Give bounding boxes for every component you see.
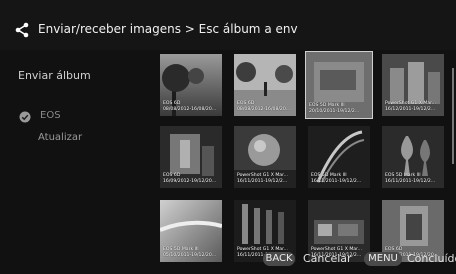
footer-bar: BACK Cancelar MENU Concluído <box>0 250 456 274</box>
thumbnail-caption-date: 16/12/2011-19/12/2... <box>385 107 436 112</box>
share-icon <box>15 22 29 38</box>
menu-key-badge[interactable]: MENU <box>364 252 402 266</box>
cancel-label: Cancelar <box>303 252 352 265</box>
album-thumbnail[interactable]: PowerShot G1 X Mar... 16/12/2011-19/12/2… <box>382 54 444 116</box>
thumbnail-caption-camera: PowerShot G1 X Mar... <box>385 101 436 106</box>
sidebar-title: Enviar álbum <box>18 69 91 82</box>
thumbnail-caption-camera: EOS 6D <box>163 101 181 106</box>
sidebar-item-update[interactable]: Atualizar <box>38 132 82 143</box>
album-thumbnail[interactable]: EOS 5D Mark III 16/11/2011-19/12/2... <box>382 126 444 188</box>
thumbnail-caption-camera: EOS 6D <box>163 173 181 178</box>
header-bar: Enviar/receber imagens > Esc álbum a env <box>0 0 456 50</box>
scrollbar[interactable] <box>452 68 454 164</box>
thumbnail-caption-camera: EOS 5D Mark III <box>309 103 345 108</box>
album-grid: EOS 6D 08/08/2012-16/08/20... EOS 6D 08/… <box>158 51 456 262</box>
album-thumbnail[interactable]: EOS 6D 08/08/2012-16/08/20... <box>160 54 222 116</box>
sidebar-item-eos[interactable]: EOS <box>40 110 61 121</box>
thumbnail-caption-date: 20/10/2011-19/12/2... <box>309 109 360 114</box>
thumbnail-caption-date: 16/09/2012-19/12/20... <box>163 179 217 184</box>
thumbnail-caption-date: 08/08/2012-16/08/20... <box>163 107 217 112</box>
thumbnail-caption-camera: EOS 5D Mark III <box>385 173 421 178</box>
thumbnail-caption-date: 16/11/2011-19/12/2... <box>385 179 436 184</box>
thumbnail-caption-date: 16/11/2011-19/12/2... <box>311 179 362 184</box>
album-thumbnail[interactable]: PowerShot G1 X Mar... 16/11/2011-19/12/2… <box>234 126 296 188</box>
back-key-badge[interactable]: BACK <box>263 252 295 266</box>
album-thumbnail[interactable]: EOS 5D Mark III 20/10/2011-19/12/2... <box>305 51 373 119</box>
thumbnail-caption-camera: EOS 5D Mark III <box>311 173 347 178</box>
album-thumbnail[interactable]: EOS 6D 08/08/2012-16/08/20... <box>234 54 296 116</box>
thumbnail-caption-camera: EOS 6D <box>237 101 255 106</box>
thumbnail-caption-date: 08/08/2012-16/08/20... <box>237 107 291 112</box>
thumbnail-caption-camera: PowerShot G1 X Mar... <box>237 173 288 178</box>
thumbnail-caption-date: 16/11/2011-19/12/2... <box>237 179 288 184</box>
album-thumbnail[interactable]: EOS 6D 16/09/2012-19/12/20... <box>160 126 222 188</box>
page-title: Enviar/receber imagens > Esc álbum a env <box>38 22 298 36</box>
album-thumbnail[interactable]: EOS 5D Mark III 16/11/2011-19/12/2... <box>308 126 370 188</box>
done-label: Concluído <box>407 252 456 265</box>
check-circle-icon <box>19 111 31 123</box>
